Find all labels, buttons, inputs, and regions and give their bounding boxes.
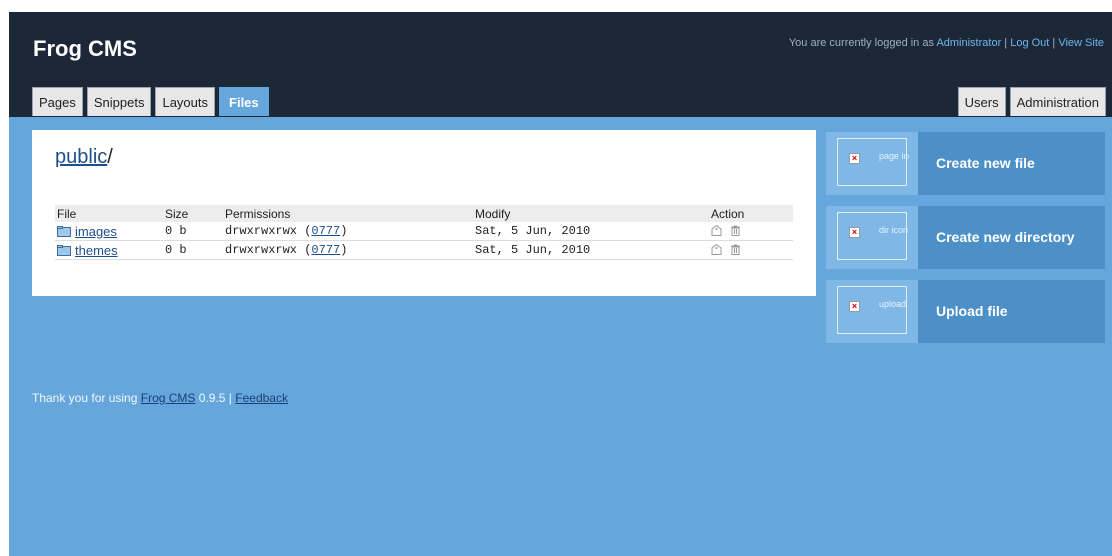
path-separator: /: [107, 146, 113, 168]
upload-icon-box: × upload icon: [826, 280, 918, 343]
admin-tabs: Users Administration: [957, 87, 1106, 116]
table-header-row: File Size Permissions Modify Action: [55, 205, 793, 222]
broken-image-icon: ×: [849, 227, 860, 238]
permissions-string: drwxrwxrwx: [225, 224, 298, 238]
footer-thanks: Thank you for using: [32, 391, 138, 405]
column-header-size: Size: [163, 205, 223, 222]
action-label: Create new file: [936, 155, 1035, 171]
file-modified: Sat, 5 Jun, 2010: [473, 240, 709, 260]
tab-administration[interactable]: Administration: [1009, 87, 1106, 116]
file-link-themes[interactable]: themes: [75, 243, 118, 258]
separator: |: [1052, 37, 1056, 49]
broken-image-icon: ×: [849, 153, 860, 164]
permissions-octal-link[interactable]: 0777: [311, 243, 340, 257]
table-row: images 0 b drwxrwxrwx (0777) Sat, 5 Jun,…: [55, 222, 793, 241]
feedback-link[interactable]: Feedback: [235, 391, 288, 405]
file-browser: public/ File Size Permissions Modify Act…: [32, 130, 816, 296]
folder-icon: [57, 244, 71, 256]
broken-image-icon: ×: [849, 301, 860, 312]
tab-users[interactable]: Users: [957, 87, 1006, 116]
tab-layouts[interactable]: Layouts: [155, 87, 216, 116]
create-new-file-button[interactable]: × page icon Create new file: [826, 132, 1105, 195]
permissions-string: drwxrwxrwx: [225, 243, 298, 257]
permissions-octal-link[interactable]: 0777: [311, 224, 340, 238]
file-size: 0 b: [163, 240, 223, 260]
login-info: You are currently logged in as Administr…: [789, 37, 1104, 49]
tab-files[interactable]: Files: [219, 87, 269, 116]
file-size: 0 b: [163, 222, 223, 241]
frog-cms-link[interactable]: Frog CMS: [141, 391, 196, 405]
file-permissions: drwxrwxrwx (0777): [223, 240, 473, 260]
action-label: Create new directory: [936, 229, 1075, 245]
action-label: Upload file: [936, 303, 1008, 319]
dir-icon: × dir icon: [837, 212, 909, 260]
logout-link[interactable]: Log Out: [1010, 37, 1049, 49]
rename-tag-icon[interactable]: [711, 244, 722, 255]
create-new-directory-button[interactable]: × dir icon Create new directory: [826, 206, 1105, 269]
files-table: File Size Permissions Modify Action imag…: [55, 205, 793, 260]
rename-tag-icon[interactable]: [711, 225, 722, 236]
login-prefix: You are currently logged in as: [788, 37, 934, 49]
separator: |: [1004, 37, 1008, 49]
breadcrumb: public/: [55, 146, 113, 169]
trash-icon[interactable]: [730, 244, 741, 255]
file-name-cell: themes: [55, 240, 163, 260]
footer: Thank you for using Frog CMS 0.9.5 | Fee…: [32, 391, 288, 405]
path-link-public[interactable]: public: [55, 146, 107, 168]
icon-alt-text: upload icon: [879, 299, 909, 309]
user-link[interactable]: Administrator: [936, 37, 1001, 49]
folder-icon: [57, 225, 71, 237]
file-link-images[interactable]: images: [75, 224, 117, 239]
column-header-action: Action: [709, 205, 793, 222]
tab-pages[interactable]: Pages: [32, 87, 83, 116]
column-header-file: File: [55, 205, 163, 222]
view-site-link[interactable]: View Site: [1058, 37, 1104, 49]
column-header-permissions: Permissions: [223, 205, 473, 222]
upload-file-button[interactable]: × upload icon Upload file: [826, 280, 1105, 343]
dir-icon-box: × dir icon: [826, 206, 918, 269]
file-modified: Sat, 5 Jun, 2010: [473, 222, 709, 241]
site-logo: Frog CMS: [33, 36, 137, 61]
icon-alt-text: dir icon: [879, 225, 909, 235]
file-name-cell: images: [55, 222, 163, 241]
footer-version: 0.9.5 |: [198, 391, 232, 405]
file-permissions: drwxrwxrwx (0777): [223, 222, 473, 241]
main-tabs: Pages Snippets Layouts Files: [32, 87, 269, 116]
upload-icon: × upload icon: [837, 286, 909, 334]
file-actions: [709, 222, 793, 241]
table-row: themes 0 b drwxrwxrwx (0777) Sat, 5 Jun,…: [55, 240, 793, 260]
page-icon: × page icon: [837, 138, 909, 186]
header: Frog CMS You are currently logged in as …: [9, 12, 1112, 117]
icon-alt-text: page icon: [879, 151, 909, 161]
file-actions: [709, 240, 793, 260]
page-icon-box: × page icon: [826, 132, 918, 195]
app-frame: Frog CMS You are currently logged in as …: [9, 12, 1112, 556]
column-header-modify: Modify: [473, 205, 709, 222]
trash-icon[interactable]: [730, 225, 741, 236]
tab-snippets[interactable]: Snippets: [86, 87, 152, 116]
